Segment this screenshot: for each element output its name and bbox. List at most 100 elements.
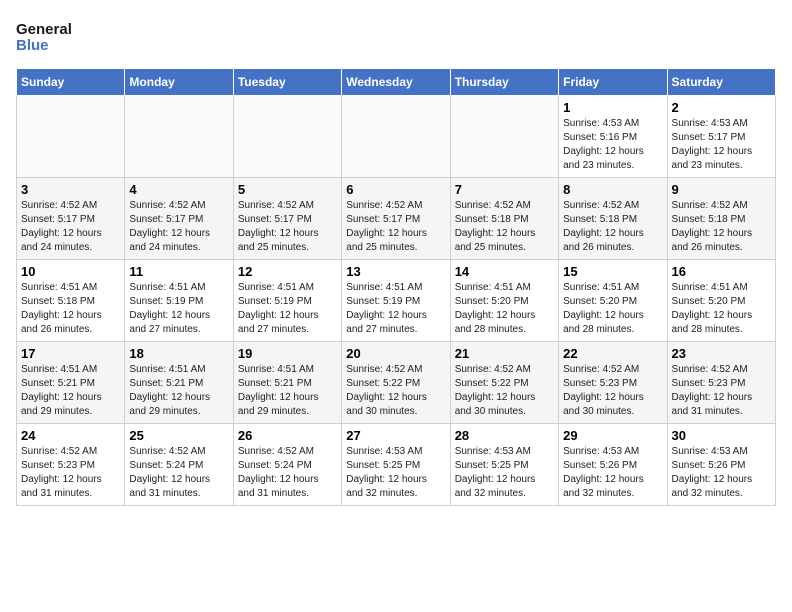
calendar-cell: 28 Sunrise: 4:53 AM Sunset: 5:25 PM Dayli… xyxy=(450,424,558,506)
calendar-cell: 13 Sunrise: 4:51 AM Sunset: 5:19 PM Dayli… xyxy=(342,260,450,342)
day-number: 9 xyxy=(672,182,771,197)
day-number: 28 xyxy=(455,428,554,443)
day-number: 25 xyxy=(129,428,228,443)
day-info: Sunrise: 4:51 AM Sunset: 5:20 PM Dayligh… xyxy=(563,281,662,337)
day-number: 30 xyxy=(672,428,771,443)
day-number: 7 xyxy=(455,182,554,197)
day-info: Sunrise: 4:52 AM Sunset: 5:22 PM Dayligh… xyxy=(455,363,554,419)
calendar-cell: 23Sunrise: 4:52 AM Sunset: 5:23 PM Dayli… xyxy=(667,342,775,424)
weekday-header-saturday: Saturday xyxy=(667,69,775,96)
day-number: 11 xyxy=(129,264,228,279)
calendar-cell: 24 Sunrise: 4:52 AM Sunset: 5:23 PM Dayli… xyxy=(17,424,125,506)
day-number: 3 xyxy=(21,182,120,197)
calendar-week-3: 10 Sunrise: 4:51 AM Sunset: 5:18 PM Dayli… xyxy=(17,260,776,342)
day-info: Sunrise: 4:52 AM Sunset: 5:23 PM Dayligh… xyxy=(21,445,120,501)
day-number: 26 xyxy=(238,428,337,443)
logo: GeneralBlue xyxy=(16,16,76,56)
day-info: Sunrise: 4:51 AM Sunset: 5:19 PM Dayligh… xyxy=(346,281,445,337)
day-info: Sunrise: 4:51 AM Sunset: 5:21 PM Dayligh… xyxy=(21,363,120,419)
day-info: Sunrise: 4:51 AM Sunset: 5:18 PM Dayligh… xyxy=(21,281,120,337)
weekday-header-friday: Friday xyxy=(559,69,667,96)
day-number: 4 xyxy=(129,182,228,197)
calendar-table: SundayMondayTuesdayWednesdayThursdayFrid… xyxy=(16,68,776,506)
day-info: Sunrise: 4:53 AM Sunset: 5:26 PM Dayligh… xyxy=(672,445,771,501)
calendar-cell: 29 Sunrise: 4:53 AM Sunset: 5:26 PM Dayli… xyxy=(559,424,667,506)
weekday-header-monday: Monday xyxy=(125,69,233,96)
day-info: Sunrise: 4:53 AM Sunset: 5:16 PM Dayligh… xyxy=(563,117,662,173)
day-info: Sunrise: 4:51 AM Sunset: 5:20 PM Dayligh… xyxy=(455,281,554,337)
day-number: 20 xyxy=(346,346,445,361)
calendar-week-4: 17 Sunrise: 4:51 AM Sunset: 5:21 PM Dayli… xyxy=(17,342,776,424)
day-info: Sunrise: 4:52 AM Sunset: 5:22 PM Dayligh… xyxy=(346,363,445,419)
calendar-cell: 22 Sunrise: 4:52 AM Sunset: 5:23 PM Dayli… xyxy=(559,342,667,424)
day-number: 5 xyxy=(238,182,337,197)
day-info: Sunrise: 4:53 AM Sunset: 5:25 PM Dayligh… xyxy=(346,445,445,501)
weekday-header-tuesday: Tuesday xyxy=(233,69,341,96)
calendar-cell: 10 Sunrise: 4:51 AM Sunset: 5:18 PM Dayli… xyxy=(17,260,125,342)
day-info: Sunrise: 4:52 AM Sunset: 5:17 PM Dayligh… xyxy=(238,199,337,255)
calendar-cell: 15 Sunrise: 4:51 AM Sunset: 5:20 PM Dayli… xyxy=(559,260,667,342)
calendar-cell: 8Sunrise: 4:52 AM Sunset: 5:18 PM Daylig… xyxy=(559,178,667,260)
weekday-header-row: SundayMondayTuesdayWednesdayThursdayFrid… xyxy=(17,69,776,96)
calendar-cell xyxy=(342,96,450,178)
svg-text:Blue: Blue xyxy=(16,37,49,54)
calendar-cell: 19 Sunrise: 4:51 AM Sunset: 5:21 PM Dayli… xyxy=(233,342,341,424)
day-number: 13 xyxy=(346,264,445,279)
day-info: Sunrise: 4:52 AM Sunset: 5:24 PM Dayligh… xyxy=(238,445,337,501)
day-number: 6 xyxy=(346,182,445,197)
logo-svg: GeneralBlue xyxy=(16,16,76,56)
day-number: 1 xyxy=(563,100,662,115)
day-info: Sunrise: 4:51 AM Sunset: 5:21 PM Dayligh… xyxy=(238,363,337,419)
day-number: 19 xyxy=(238,346,337,361)
calendar-cell: 11 Sunrise: 4:51 AM Sunset: 5:19 PM Dayli… xyxy=(125,260,233,342)
calendar-cell: 26 Sunrise: 4:52 AM Sunset: 5:24 PM Dayli… xyxy=(233,424,341,506)
day-info: Sunrise: 4:52 AM Sunset: 5:17 PM Dayligh… xyxy=(129,199,228,255)
day-number: 21 xyxy=(455,346,554,361)
calendar-cell xyxy=(233,96,341,178)
day-number: 10 xyxy=(21,264,120,279)
calendar-cell xyxy=(17,96,125,178)
day-number: 27 xyxy=(346,428,445,443)
calendar-cell: 21 Sunrise: 4:52 AM Sunset: 5:22 PM Dayli… xyxy=(450,342,558,424)
day-info: Sunrise: 4:51 AM Sunset: 5:21 PM Dayligh… xyxy=(129,363,228,419)
weekday-header-thursday: Thursday xyxy=(450,69,558,96)
calendar-cell: 1 Sunrise: 4:53 AM Sunset: 5:16 PM Daylig… xyxy=(559,96,667,178)
calendar-cell: 9 Sunrise: 4:52 AM Sunset: 5:18 PM Daylig… xyxy=(667,178,775,260)
day-number: 29 xyxy=(563,428,662,443)
calendar-cell xyxy=(125,96,233,178)
calendar-cell: 12Sunrise: 4:51 AM Sunset: 5:19 PM Dayli… xyxy=(233,260,341,342)
day-info: Sunrise: 4:53 AM Sunset: 5:26 PM Dayligh… xyxy=(563,445,662,501)
day-info: Sunrise: 4:52 AM Sunset: 5:17 PM Dayligh… xyxy=(346,199,445,255)
day-number: 16 xyxy=(672,264,771,279)
day-number: 22 xyxy=(563,346,662,361)
page-header: GeneralBlue xyxy=(16,16,776,56)
calendar-week-5: 24 Sunrise: 4:52 AM Sunset: 5:23 PM Dayli… xyxy=(17,424,776,506)
day-info: Sunrise: 4:51 AM Sunset: 5:20 PM Dayligh… xyxy=(672,281,771,337)
day-number: 24 xyxy=(21,428,120,443)
day-info: Sunrise: 4:52 AM Sunset: 5:18 PM Dayligh… xyxy=(672,199,771,255)
day-info: Sunrise: 4:52 AM Sunset: 5:23 PM Dayligh… xyxy=(563,363,662,419)
calendar-cell: 4 Sunrise: 4:52 AM Sunset: 5:17 PM Daylig… xyxy=(125,178,233,260)
day-info: Sunrise: 4:51 AM Sunset: 5:19 PM Dayligh… xyxy=(129,281,228,337)
day-info: Sunrise: 4:53 AM Sunset: 5:25 PM Dayligh… xyxy=(455,445,554,501)
day-number: 23 xyxy=(672,346,771,361)
calendar-cell: 14Sunrise: 4:51 AM Sunset: 5:20 PM Dayli… xyxy=(450,260,558,342)
calendar-cell: 5 Sunrise: 4:52 AM Sunset: 5:17 PM Daylig… xyxy=(233,178,341,260)
weekday-header-wednesday: Wednesday xyxy=(342,69,450,96)
day-number: 2 xyxy=(672,100,771,115)
calendar-cell: 6 Sunrise: 4:52 AM Sunset: 5:17 PM Daylig… xyxy=(342,178,450,260)
calendar-cell: 30 Sunrise: 4:53 AM Sunset: 5:26 PM Dayli… xyxy=(667,424,775,506)
calendar-week-2: 3 Sunrise: 4:52 AM Sunset: 5:17 PM Daylig… xyxy=(17,178,776,260)
day-info: Sunrise: 4:52 AM Sunset: 5:18 PM Dayligh… xyxy=(455,199,554,255)
calendar-cell: 25Sunrise: 4:52 AM Sunset: 5:24 PM Dayli… xyxy=(125,424,233,506)
calendar-cell: 27 Sunrise: 4:53 AM Sunset: 5:25 PM Dayli… xyxy=(342,424,450,506)
day-info: Sunrise: 4:52 AM Sunset: 5:17 PM Dayligh… xyxy=(21,199,120,255)
svg-text:General: General xyxy=(16,21,72,38)
weekday-header-sunday: Sunday xyxy=(17,69,125,96)
day-number: 17 xyxy=(21,346,120,361)
day-number: 8 xyxy=(563,182,662,197)
day-number: 15 xyxy=(563,264,662,279)
calendar-week-1: 1 Sunrise: 4:53 AM Sunset: 5:16 PM Daylig… xyxy=(17,96,776,178)
calendar-cell: 3 Sunrise: 4:52 AM Sunset: 5:17 PM Daylig… xyxy=(17,178,125,260)
calendar-cell: 20 Sunrise: 4:52 AM Sunset: 5:22 PM Dayli… xyxy=(342,342,450,424)
